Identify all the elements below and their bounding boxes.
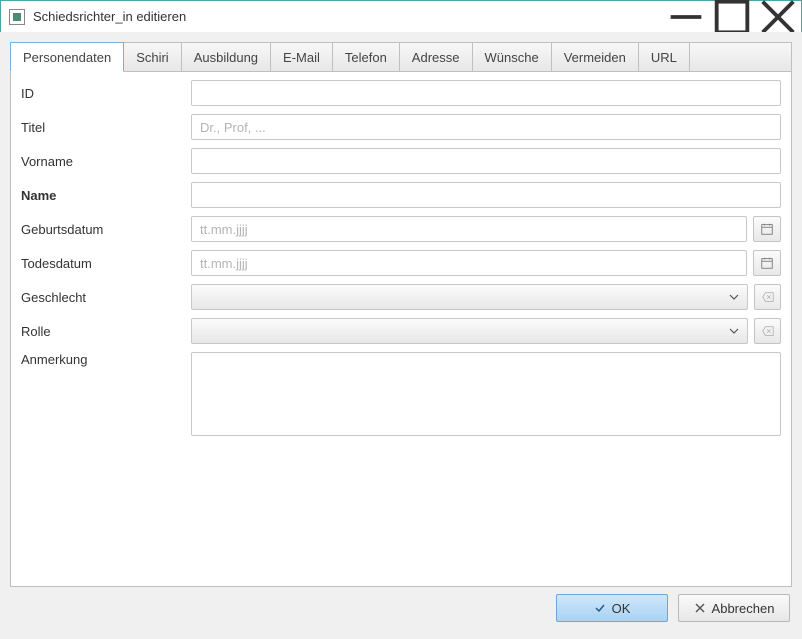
cancel-button[interactable]: Abbrechen — [678, 594, 790, 622]
vorname-field[interactable] — [191, 148, 781, 174]
tab-adresse[interactable]: Adresse — [400, 43, 473, 71]
chevron-down-icon — [729, 292, 739, 302]
maximize-button[interactable] — [709, 1, 755, 33]
tab-url[interactable]: URL — [639, 43, 690, 71]
tab-label: Adresse — [412, 50, 460, 65]
tab-label: Ausbildung — [194, 50, 258, 65]
label-geburtsdatum: Geburtsdatum — [21, 222, 191, 237]
label-titel: Titel — [21, 120, 191, 135]
geschlecht-dropdown[interactable] — [191, 284, 748, 310]
tab-vermeiden[interactable]: Vermeiden — [552, 43, 639, 71]
close-icon — [694, 602, 706, 614]
tab-page-personendaten: ID Titel Vorname Name Geburtsdatum — [10, 72, 792, 587]
name-field[interactable] — [191, 182, 781, 208]
tab-email[interactable]: E-Mail — [271, 43, 333, 71]
todesdatum-calendar-button[interactable] — [753, 250, 781, 276]
rolle-dropdown[interactable] — [191, 318, 748, 344]
close-button[interactable] — [755, 1, 801, 33]
tab-wuensche[interactable]: Wünsche — [473, 43, 552, 71]
label-anmerkung: Anmerkung — [21, 352, 191, 367]
titel-field[interactable] — [191, 114, 781, 140]
tab-strip: Personendaten Schiri Ausbildung E-Mail T… — [10, 42, 792, 72]
ok-label: OK — [612, 601, 631, 616]
calendar-icon — [760, 222, 774, 236]
app-icon — [9, 9, 25, 25]
geschlecht-clear-button[interactable] — [754, 284, 781, 310]
tab-schiri[interactable]: Schiri — [124, 43, 182, 71]
tab-label: Telefon — [345, 50, 387, 65]
tab-personendaten[interactable]: Personendaten — [10, 42, 124, 72]
minimize-button[interactable] — [663, 1, 709, 33]
tab-label: Vermeiden — [564, 50, 626, 65]
tab-label: Wünsche — [485, 50, 539, 65]
chevron-down-icon — [729, 326, 739, 336]
clear-icon — [761, 290, 775, 304]
dialog-footer: OK Abbrechen — [10, 587, 792, 629]
tab-label: Schiri — [136, 50, 169, 65]
label-vorname: Vorname — [21, 154, 191, 169]
tab-telefon[interactable]: Telefon — [333, 43, 400, 71]
window-title: Schiedsrichter_in editieren — [33, 9, 663, 24]
label-rolle: Rolle — [21, 324, 191, 339]
ok-button[interactable]: OK — [556, 594, 668, 622]
clear-icon — [761, 324, 775, 338]
tab-label: E-Mail — [283, 50, 320, 65]
geburtsdatum-calendar-button[interactable] — [753, 216, 781, 242]
todesdatum-field[interactable] — [191, 250, 747, 276]
label-name: Name — [21, 188, 191, 203]
geburtsdatum-field[interactable] — [191, 216, 747, 242]
tab-ausbildung[interactable]: Ausbildung — [182, 43, 271, 71]
cancel-label: Abbrechen — [712, 601, 775, 616]
rolle-clear-button[interactable] — [754, 318, 781, 344]
check-icon — [594, 602, 606, 614]
tab-label: URL — [651, 50, 677, 65]
label-id: ID — [21, 86, 191, 101]
calendar-icon — [760, 256, 774, 270]
client-area: Personendaten Schiri Ausbildung E-Mail T… — [0, 32, 802, 639]
anmerkung-field[interactable] — [191, 352, 781, 436]
label-todesdatum: Todesdatum — [21, 256, 191, 271]
tab-label: Personendaten — [23, 50, 111, 65]
label-geschlecht: Geschlecht — [21, 290, 191, 305]
title-bar: Schiedsrichter_in editieren — [1, 1, 801, 33]
id-field[interactable] — [191, 80, 781, 106]
